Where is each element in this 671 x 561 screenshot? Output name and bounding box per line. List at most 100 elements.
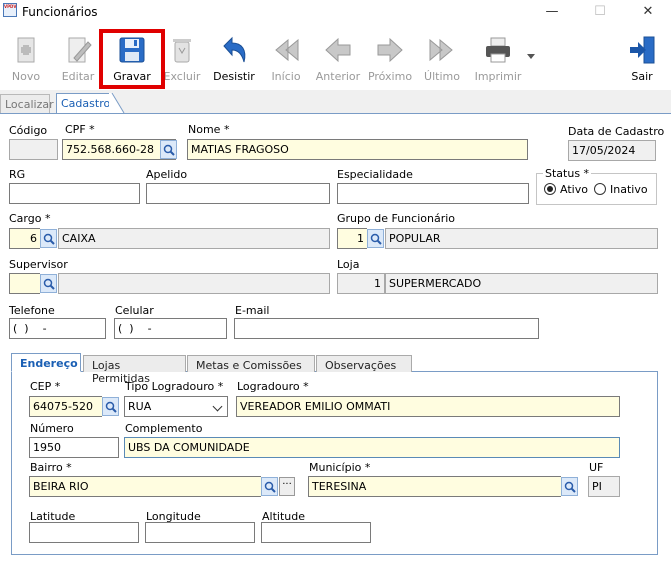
cargo-id-field[interactable]: 6 <box>9 228 40 249</box>
grupo-label: Grupo de Funcionário <box>337 212 455 225</box>
data-cadastro-label: Data de Cadastro <box>568 125 665 138</box>
ultimo-button[interactable]: Último <box>420 30 464 86</box>
cep-lookup-button[interactable] <box>102 397 119 416</box>
especialidade-label: Especialidade <box>337 168 413 181</box>
print-dropdown-icon[interactable] <box>527 54 535 60</box>
status-label: Status * <box>543 167 592 180</box>
printer-icon <box>486 37 510 63</box>
celular-field[interactable]: ( ) - <box>114 318 227 339</box>
tab-metas-comissoes[interactable]: Metas e Comissões <box>187 355 315 372</box>
anterior-button[interactable]: Anterior <box>314 30 362 86</box>
rg-label: RG <box>9 168 26 181</box>
title-bar: VPDV Funcionários — ☐ ✕ <box>0 0 671 26</box>
especialidade-field[interactable] <box>337 183 529 204</box>
novo-button[interactable]: Novo <box>4 30 48 86</box>
email-field[interactable] <box>234 318 539 339</box>
proximo-label: Próximo <box>367 70 413 83</box>
last-icon <box>429 38 453 62</box>
logradouro-label: Logradouro * <box>237 380 309 393</box>
loja-label: Loja <box>337 258 360 271</box>
editar-label: Editar <box>61 70 95 83</box>
longitude-field[interactable] <box>145 522 255 543</box>
apelido-label: Apelido <box>146 168 188 181</box>
numero-field[interactable]: 1950 <box>29 437 119 458</box>
cpf-field[interactable]: 752.568.660-28 <box>62 139 176 160</box>
proximo-button[interactable]: Próximo <box>366 30 414 86</box>
tipo-logradouro-select[interactable]: RUA <box>124 396 228 417</box>
logradouro-field[interactable]: VEREADOR EMILIO OMMATI <box>236 396 620 417</box>
complemento-field[interactable]: UBS DA COMUNIDADE <box>124 437 620 458</box>
cep-label: CEP * <box>30 380 61 393</box>
cargo-name-field: CAIXA <box>58 228 330 249</box>
excluir-label: Excluir <box>163 70 201 83</box>
inativo-label[interactable]: Inativo <box>610 183 648 196</box>
complemento-label: Complemento <box>125 422 203 435</box>
grupo-lookup-button[interactable] <box>367 229 384 248</box>
minimize-button[interactable]: — <box>532 2 572 24</box>
inicio-button[interactable]: Início <box>264 30 308 86</box>
exit-icon <box>630 36 655 64</box>
sair-button[interactable]: Sair <box>620 30 664 86</box>
loja-id-field: 1 <box>337 273 385 294</box>
telefone-field[interactable]: ( ) - <box>9 318 106 339</box>
tipo-logradouro-value: RUA <box>128 400 152 413</box>
supervisor-name-field <box>58 273 330 294</box>
excluir-button[interactable]: Excluir <box>162 30 202 86</box>
codigo-field <box>9 139 58 160</box>
rg-field[interactable] <box>9 183 140 204</box>
tab-edge <box>109 93 125 114</box>
previous-icon <box>325 37 351 63</box>
tab-cadastro[interactable]: Cadastro <box>56 93 112 114</box>
imprimir-button[interactable]: Imprimir <box>472 30 524 86</box>
bairro-lookup-button[interactable] <box>261 477 278 496</box>
search-icon <box>43 233 55 245</box>
cargo-lookup-button[interactable] <box>40 229 57 248</box>
sair-label: Sair <box>631 70 653 83</box>
close-button[interactable]: ✕ <box>628 2 668 24</box>
cpf-label: CPF * <box>65 123 95 136</box>
trash-icon <box>173 39 191 63</box>
tab-endereco[interactable]: Endereço <box>11 353 81 372</box>
undo-icon <box>223 36 246 63</box>
ativo-radio[interactable] <box>544 183 556 195</box>
first-icon <box>275 38 299 62</box>
celular-label: Celular <box>115 304 154 317</box>
email-label: E-mail <box>235 304 270 317</box>
municipio-lookup-button[interactable] <box>561 477 578 496</box>
supervisor-lookup-button[interactable] <box>40 274 57 293</box>
novo-label: Novo <box>11 70 41 83</box>
imprimir-label: Imprimir <box>474 70 522 83</box>
bairro-more-button[interactable]: ··· <box>279 477 295 496</box>
gravar-highlight-box <box>99 29 165 89</box>
tab-lojas-permitidas[interactable]: Lojas Permitidas <box>83 355 186 385</box>
uf-field: PI <box>588 476 620 497</box>
altitude-field[interactable] <box>261 522 371 543</box>
loja-name-field: SUPERMERCADO <box>385 273 658 294</box>
search-icon <box>564 481 576 493</box>
ativo-label[interactable]: Ativo <box>560 183 588 196</box>
editar-button[interactable]: Editar <box>56 30 100 86</box>
numero-label: Número <box>30 422 74 435</box>
cep-field[interactable]: 64075-520 <box>29 396 102 417</box>
maximize-button[interactable]: ☐ <box>580 2 620 24</box>
desistir-button[interactable]: Desistir <box>212 30 256 86</box>
chevron-down-icon <box>212 401 223 412</box>
search-icon <box>163 144 175 156</box>
search-icon <box>43 278 55 290</box>
search-icon <box>370 233 382 245</box>
grupo-id-field[interactable]: 1 <box>337 228 367 249</box>
tab-localizar[interactable]: Localizar <box>0 94 54 114</box>
search-icon <box>264 481 276 493</box>
supervisor-id-field[interactable] <box>9 273 40 294</box>
tab-observacoes[interactable]: Observações <box>316 355 412 372</box>
nome-field[interactable]: MATIAS FRAGOSO <box>187 139 528 160</box>
search-icon <box>105 401 117 413</box>
app-icon: VPDV <box>3 3 17 17</box>
municipio-label: Município * <box>309 461 371 474</box>
apelido-field[interactable] <box>146 183 330 204</box>
municipio-field[interactable]: TERESINA <box>308 476 561 497</box>
inativo-radio[interactable] <box>594 183 606 195</box>
latitude-field[interactable] <box>29 522 139 543</box>
bairro-field[interactable]: BEIRA RIO <box>29 476 261 497</box>
cpf-lookup-button[interactable] <box>160 140 177 159</box>
